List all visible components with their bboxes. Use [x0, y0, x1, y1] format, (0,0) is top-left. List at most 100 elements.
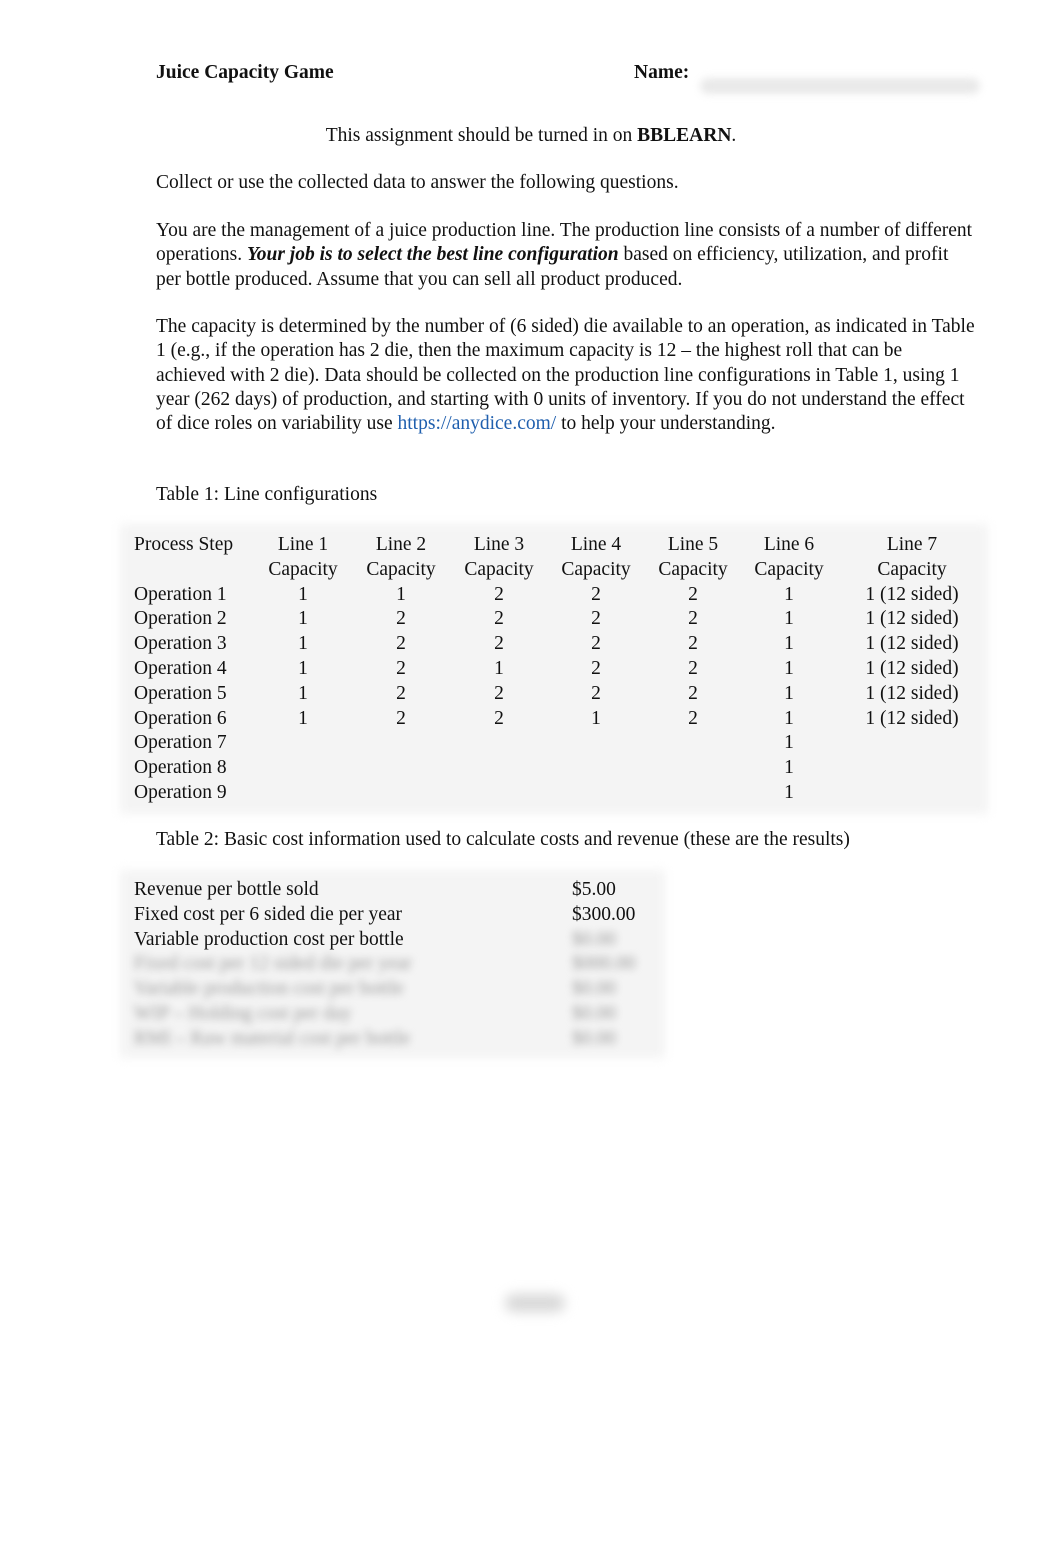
capacity-cell: [644, 731, 742, 756]
cost-value: $0.00: [572, 1002, 616, 1024]
table2-row: Fixed cost per 12 sided die per year $000…: [128, 952, 662, 977]
capacity-cell: 2: [688, 707, 698, 729]
capacity-cell: 2: [591, 583, 601, 605]
capacity-cell: 1 (12 sided): [865, 608, 959, 630]
table2-caption: Table 2: Basic cost information used to …: [156, 829, 850, 850]
cost-value: $5.00: [572, 879, 616, 900]
table1-header-cell: [128, 558, 254, 583]
page-number-redacted: [505, 1294, 565, 1312]
table1-caption: Table 1: Line configurations: [156, 484, 378, 505]
capacity-cell: [352, 756, 450, 781]
role-paragraph: You are the management of a juice produc…: [156, 219, 976, 292]
capacity-cell: 2: [396, 682, 406, 704]
process-step-cell: Operation 2: [134, 608, 227, 630]
table1-header-cell: Line 1: [277, 534, 329, 555]
submission-platform: BBLEARN: [637, 125, 732, 146]
capacity-cell: 2: [591, 633, 601, 655]
table1-row: Operation 7 1: [128, 731, 988, 756]
process-step-cell: Operation 4: [134, 657, 227, 679]
submission-suffix: .: [731, 125, 737, 146]
anydice-link[interactable]: https://anydice.com/: [393, 413, 561, 440]
cost-label: Fixed cost per 6 sided die per year: [134, 903, 403, 925]
table1-header-row: Capacity Capacity Capacity Capacity Capacity…: [128, 558, 988, 583]
cost-information-table: Revenue per bottle sold $5.00 Fixed cost p…: [128, 878, 662, 1052]
table2-row: RMI – Raw material cost per bottle $0.00: [128, 1027, 662, 1052]
cost-label: RMI – Raw material cost per bottle: [134, 1027, 411, 1049]
capacity-text-2: to help your understanding.: [556, 413, 776, 435]
capacity-cell: [450, 781, 548, 806]
capacity-cell: [450, 756, 548, 781]
capacity-cell: [836, 731, 988, 756]
table1-header-cell: Capacity: [366, 558, 436, 580]
capacity-cell: 1: [784, 707, 794, 729]
capacity-cell: 2: [688, 608, 698, 630]
capacity-cell: [254, 731, 352, 756]
process-step-cell: Operation 5: [134, 682, 227, 704]
table1-row: Operation 4 1 2 1 2 2 1 1 (12 sided): [128, 657, 988, 682]
table1-header-cell: Capacity: [754, 558, 824, 580]
table1-header-cell: Capacity: [658, 558, 728, 580]
process-step-cell: Operation 6: [134, 707, 227, 729]
capacity-cell: [836, 756, 988, 781]
capacity-cell: 2: [494, 707, 504, 729]
process-step-cell: Operation 9: [134, 781, 227, 803]
capacity-cell: 2: [591, 682, 601, 704]
document-title: Juice Capacity Game: [156, 62, 334, 83]
capacity-cell: 2: [494, 583, 504, 605]
table1-row: Operation 2 1 2 2 2 2 1 1 (12 sided): [128, 607, 988, 632]
capacity-cell: 1: [396, 583, 406, 605]
submission-prefix: This assignment should be turned in on: [325, 125, 638, 146]
table2-row: Revenue per bottle sold $5.00: [128, 878, 662, 903]
capacity-cell: 1: [784, 583, 794, 605]
capacity-cell: 2: [494, 608, 504, 630]
table1-row: Operation 8 1: [128, 756, 988, 781]
table2-row: Variable production cost per bottle $0.00: [128, 928, 662, 953]
cost-value: $000.00: [572, 953, 636, 975]
name-label: Name:: [634, 62, 690, 83]
table1-header-cell: Line 3: [473, 534, 525, 555]
table1-header-row: Process Step Line 1 Line 2 Line 3 Line 4 Line…: [128, 533, 988, 558]
capacity-cell: 2: [396, 707, 406, 729]
process-step-cell: Operation 7: [134, 732, 227, 754]
capacity-cell: [352, 781, 450, 806]
capacity-cell: 2: [494, 633, 504, 655]
capacity-cell: 1: [784, 633, 794, 655]
anydice-link-text: https://anydice.com/: [397, 413, 557, 435]
capacity-cell: [644, 781, 742, 806]
cost-value: $0.00: [572, 1027, 616, 1049]
capacity-cell: 1: [784, 682, 794, 704]
capacity-cell: [836, 781, 988, 806]
cost-label: Revenue per bottle sold: [134, 879, 319, 900]
capacity-cell: 1: [784, 732, 794, 754]
capacity-cell: 1 (12 sided): [865, 682, 959, 704]
capacity-cell: 2: [688, 583, 698, 605]
cost-label: Variable production cost per bottle: [134, 928, 404, 950]
table1-row: Operation 1 1 1 2 2 2 1 1 (12 sided): [128, 583, 988, 608]
submission-instruction: This assignment should be turned in on B…: [0, 124, 1062, 148]
capacity-paragraph: The capacity is determined by the number…: [156, 315, 976, 440]
process-step-cell: Operation 8: [134, 757, 227, 779]
process-step-cell: Operation 1: [134, 583, 227, 605]
capacity-cell: 1: [784, 757, 794, 779]
capacity-cell: [254, 756, 352, 781]
table1-row: Operation 9 1: [128, 781, 988, 806]
capacity-cell: 2: [494, 682, 504, 704]
cost-value: $0.00: [572, 978, 616, 1000]
capacity-cell: 1: [591, 707, 601, 729]
capacity-cell: 1: [298, 608, 308, 630]
table1-header-cell: Capacity: [561, 558, 631, 580]
capacity-cell: [254, 781, 352, 806]
table1-header-cell: Line 4: [570, 534, 622, 555]
cost-value: $300.00: [572, 903, 636, 925]
capacity-cell: 1: [784, 608, 794, 630]
cost-label: Fixed cost per 12 sided die per year: [134, 953, 412, 975]
table2-row: WIP – Holding cost per day $0.00: [128, 1002, 662, 1027]
capacity-cell: 1 (12 sided): [865, 583, 959, 605]
capacity-cell: 1 (12 sided): [865, 633, 959, 655]
capacity-cell: [548, 756, 644, 781]
table1-header-cell: Line 5: [667, 534, 719, 555]
capacity-cell: 2: [396, 657, 406, 679]
capacity-cell: 1 (12 sided): [865, 707, 959, 729]
capacity-cell: [548, 731, 644, 756]
capacity-cell: 1: [784, 781, 794, 803]
